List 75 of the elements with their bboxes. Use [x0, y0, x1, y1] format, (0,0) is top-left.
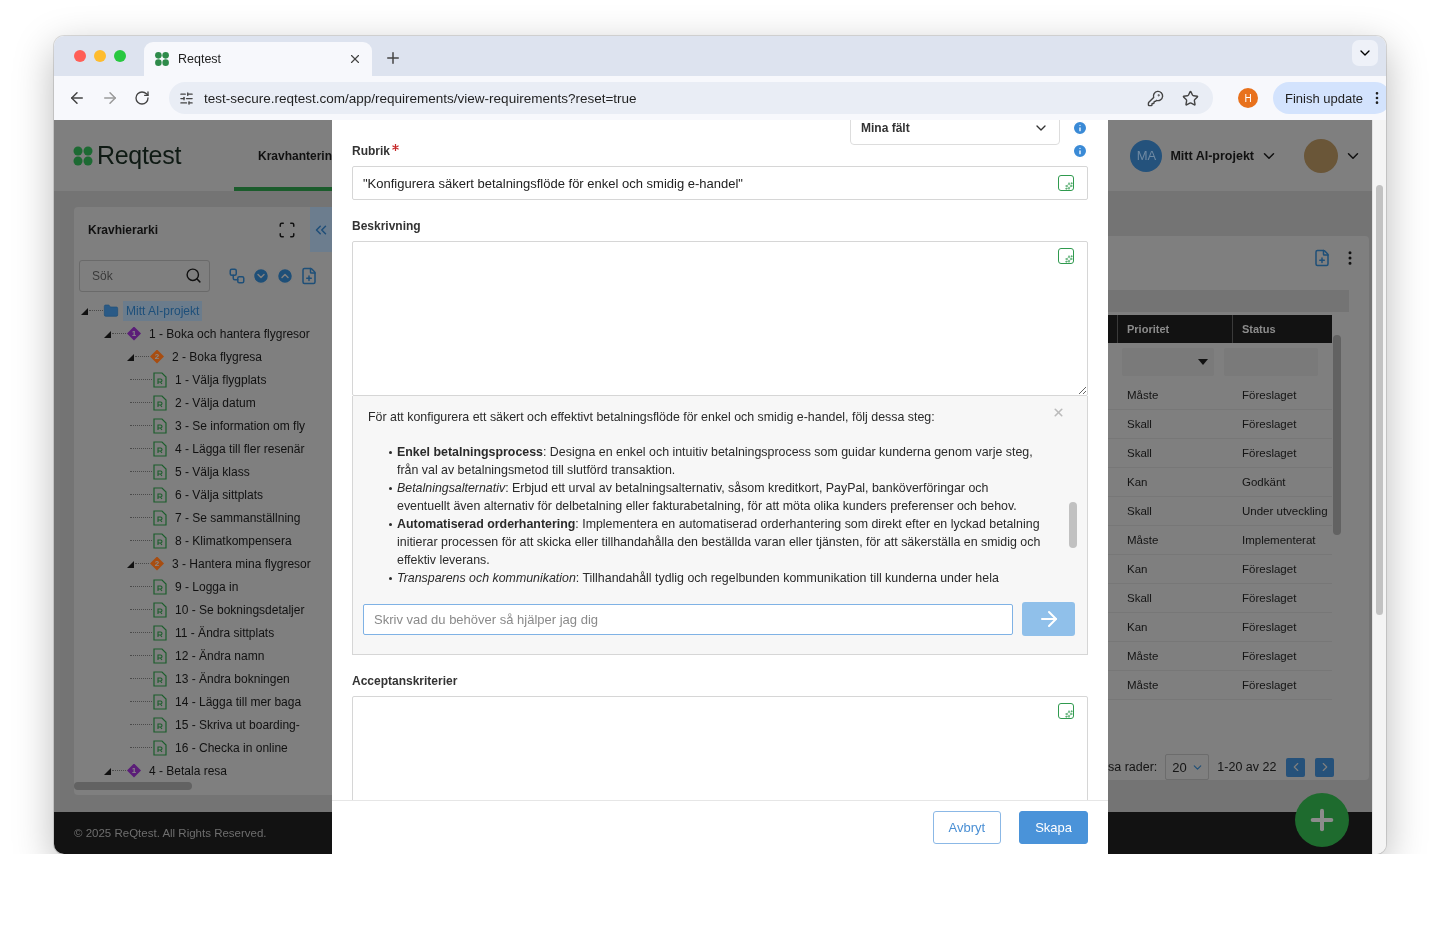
- column-header[interactable]: Status: [1232, 315, 1332, 343]
- copyright-text: © 2025 ReQtest. All Rights Reserved.: [74, 827, 267, 839]
- assistant-list-item: Automatiserad orderhantering: Implementera en automatiserad orderhantering som direkt efter en lyckad betalning initierar processen för att skicka eller tillhandahålla den beställda varan eller tjänsten, för att säkerställa en smidig och effektiv leverans.: [389, 515, 1042, 569]
- level-badge: 1: [127, 763, 141, 778]
- tree-item[interactable]: 15 - Skriva ut boarding-: [172, 714, 303, 735]
- table-cell-text: Föreslaget: [1241, 389, 1298, 401]
- panel-title: Kravhierarki: [88, 222, 160, 237]
- table-cell-text: Föreslaget: [1241, 679, 1298, 691]
- table-cell-text: Föreslaget: [1241, 418, 1298, 430]
- tab-title: Reqtest: [178, 52, 223, 66]
- table-cell-text: Skall: [1126, 418, 1153, 430]
- table-cell-text: Föreslaget: [1241, 563, 1298, 575]
- table-cell-text: Måste: [1126, 679, 1160, 691]
- table-cell-text: Godkänt: [1241, 476, 1287, 488]
- prompt-field[interactable]: Skriv vad du behöver så hjälper jag dig: [363, 603, 1013, 635]
- assistant-list-item: Transparens och kommunikation: Tillhandahåll tydlig och regelbunden kommunikation till kunderna under hela: [389, 569, 1042, 587]
- table-cell-text: Skall: [1126, 447, 1153, 459]
- tree-item[interactable]: 1 - Boka och hantera flygresor: [146, 323, 313, 344]
- assistant-list-item: Betalningsalternativ: Erbjud ett urval av betalningsalternativ, såsom kreditkort, PayPal, banköverföringar och eventuellt även alternativ för delbetalning eller fakturabetalning, för att möta olika kunders preferenser och behov.: [389, 479, 1042, 515]
- table-cell-text: Föreslaget: [1241, 447, 1298, 459]
- logo-text: Reqtest: [97, 141, 182, 170]
- table-cell-text: Under utveckling: [1241, 505, 1329, 517]
- tree-item[interactable]: 16 - Checka in online: [172, 737, 291, 758]
- tree-item[interactable]: 2 - Välja datum: [172, 392, 259, 413]
- tree-item[interactable]: 8 - Klimatkompensera: [172, 530, 295, 551]
- tree-item[interactable]: 12 - Ändra namn: [172, 645, 268, 666]
- field-label: Beskrivning: [352, 219, 421, 233]
- assistant-message: För att konfigurera ett säkert och effektivt betalningsflöde för enkel och smidig e-handel, följ dessa steg:: [368, 409, 935, 426]
- level-badge: 2: [150, 349, 164, 364]
- rows-per-page-label: sa rader:: [1108, 760, 1158, 774]
- tree-item[interactable]: 3 - Se information om fly: [172, 415, 309, 436]
- assistant-list-item: Enkel betalningsprocess: Designa en enkel och intuitiv betalningsprocess som guidar kunderna genom varje steg, från val av betalningsmetod till slutförd transaktion.: [389, 443, 1042, 479]
- cancel-button[interactable]: Avbryt: [932, 811, 1002, 844]
- view-select[interactable]: Mina fält: [850, 120, 1060, 145]
- finish-update-button[interactable]: Finish update: [1273, 82, 1386, 114]
- table-cell-text: Skall: [1126, 592, 1153, 604]
- page-range: 1-20 av 22: [1217, 760, 1277, 774]
- table-cell-text: Skall: [1126, 505, 1153, 517]
- level-badge: 2: [150, 556, 164, 571]
- tree-item[interactable]: 6 - Välja sittplats: [172, 484, 267, 505]
- tree-item[interactable]: 3 - Hantera mina flygresor: [169, 553, 314, 574]
- tree-item[interactable]: 11 - Ändra sittplats: [172, 622, 278, 643]
- tree-item[interactable]: 2 - Boka flygresa: [169, 346, 266, 367]
- table-cell-text: Föreslaget: [1241, 650, 1298, 662]
- title-field[interactable]: "Konfigurera säkert betalningsflöde för enkel och smidig e-handel": [352, 166, 1088, 200]
- table-cell-text: Måste: [1126, 650, 1160, 662]
- tree-item[interactable]: 9 - Logga in: [172, 576, 242, 597]
- tree-item[interactable]: 14 - Lägga till mer baga: [172, 691, 305, 712]
- table-cell-text: Föreslaget: [1241, 621, 1298, 633]
- table-cell-text: Kan: [1126, 476, 1149, 488]
- field-label: Acceptanskriterier: [352, 674, 458, 688]
- table-cell-text: Implementerat: [1241, 534, 1317, 546]
- url-text: test-secure.reqtest.com/app/requirements/view-requirements?reset=true: [204, 90, 638, 106]
- table-cell-text: Måste: [1126, 534, 1160, 546]
- tree-item[interactable]: 10 - Se bokningsdetaljer: [172, 599, 308, 620]
- table-cell-text: Måste: [1126, 389, 1160, 401]
- tree-item[interactable]: 13 - Ändra bokningen: [172, 668, 293, 689]
- project-name[interactable]: Mitt AI-projekt: [1170, 148, 1254, 163]
- browser-tab[interactable]: Reqtest: [144, 42, 372, 76]
- tree-item[interactable]: 4 - Betala resa: [146, 760, 231, 781]
- search-field[interactable]: Sök: [79, 260, 210, 292]
- profile-avatar[interactable]: H: [1238, 88, 1258, 108]
- address-bar[interactable]: test-secure.reqtest.com/app/requirements/view-requirements?reset=true: [169, 82, 1213, 114]
- level-badge: 1: [127, 326, 141, 341]
- table-cell-text: Föreslaget: [1241, 592, 1298, 604]
- field-label: Rubrik: [352, 144, 390, 158]
- tree-item[interactable]: 1 - Välja flygplats: [172, 369, 270, 390]
- create-button[interactable]: Skapa: [1019, 811, 1088, 844]
- tree-item[interactable]: 5 - Välja klass: [172, 461, 253, 482]
- table-cell-text: Kan: [1126, 563, 1149, 575]
- tree-item[interactable]: 7 - Se sammanställning: [172, 507, 304, 528]
- table-cell-text: Kan: [1126, 621, 1149, 633]
- page-size-select[interactable]: 20: [1165, 754, 1210, 780]
- tree-item[interactable]: 4 - Lägga till fler resenär: [172, 438, 308, 459]
- column-header[interactable]: Prioritet: [1117, 315, 1232, 343]
